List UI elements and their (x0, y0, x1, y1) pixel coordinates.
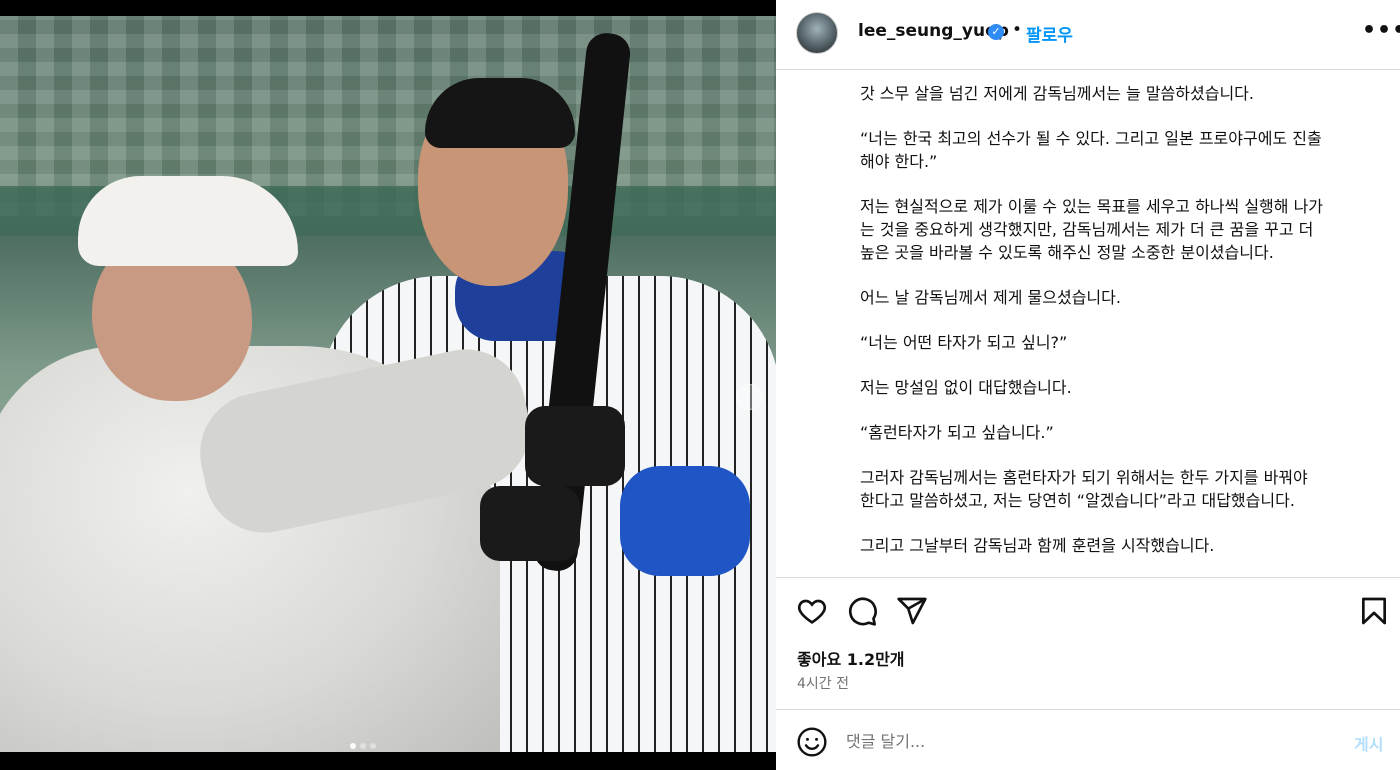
caption-paragraph: 갓 스무 살을 넘긴 저에게 감독님께서는 늘 말씀하셨습니다. (860, 84, 1254, 103)
carousel-dots (350, 743, 376, 749)
post-caption: 갓 스무 살을 넘긴 저에게 감독님께서는 늘 말씀하셨습니다. “너는 한국 … (860, 82, 1376, 572)
comment-bar: 게시 (776, 710, 1400, 770)
caption-paragraph: 저는 현실적으로 제가 이룰 수 있는 목표를 세우고 하나씩 실행해 나가 는… (860, 197, 1324, 262)
comment-input[interactable] (846, 726, 1316, 756)
more-horizontal-icon[interactable]: ••• (1362, 18, 1400, 43)
caption-paragraph: 어느 날 감독님께서 제게 물으셨습니다. (860, 288, 1121, 307)
batting-glove-top (525, 406, 625, 486)
post-timestamp[interactable]: 4시간 전 (797, 673, 849, 693)
batting-glove-bottom (480, 486, 580, 561)
avatar[interactable] (796, 12, 838, 54)
send-icon[interactable] (896, 595, 928, 627)
coach-cap (78, 176, 298, 266)
post-sidebar: lee_seung_yuop ✓ • 팔로우 ••• 갓 스무 살을 넘긴 저에… (776, 0, 1400, 770)
bookmark-icon[interactable] (1358, 595, 1390, 627)
caption-paragraph: “너는 어떤 타자가 되고 싶니?” (860, 333, 1068, 352)
verified-badge-icon: ✓ (988, 24, 1004, 40)
carousel-dot (370, 743, 376, 749)
carousel-next-icon[interactable] (736, 384, 762, 410)
post-photo (0, 16, 776, 752)
post-header: lee_seung_yuop ✓ • 팔로우 ••• (776, 0, 1400, 70)
player-sleeve (620, 466, 750, 576)
caption-paragraph: “홈런타자가 되고 싶습니다.” (860, 423, 1054, 442)
separator-dot: • (1012, 20, 1023, 40)
caption-paragraph: “너는 한국 최고의 선수가 될 수 있다. 그리고 일본 프로야구에도 진출 … (860, 129, 1322, 171)
post-actions (776, 591, 1400, 631)
username-link[interactable]: lee_seung_yuop (858, 21, 1009, 41)
caption-paragraph: 그리고 그날부터 감독님과 함께 훈련을 시작했습니다. (860, 536, 1215, 555)
carousel-dot (360, 743, 366, 749)
heart-icon[interactable] (796, 595, 828, 627)
post-media[interactable] (0, 0, 776, 770)
follow-button[interactable]: 팔로우 (1026, 21, 1073, 46)
comment-icon[interactable] (846, 595, 878, 627)
player-hair (425, 78, 575, 148)
emoji-icon[interactable] (796, 726, 828, 758)
like-count[interactable]: 좋아요 1.2만개 (797, 646, 905, 670)
caption-paragraph: 저는 망설임 없이 대답했습니다. (860, 378, 1072, 397)
carousel-dot (350, 743, 356, 749)
post-comment-button[interactable]: 게시 (1354, 731, 1383, 755)
divider (776, 577, 1400, 578)
caption-paragraph: 그러자 감독님께서는 홈런타자가 되기 위해서는 한두 가지를 바꿔야 한다고 … (860, 468, 1308, 510)
